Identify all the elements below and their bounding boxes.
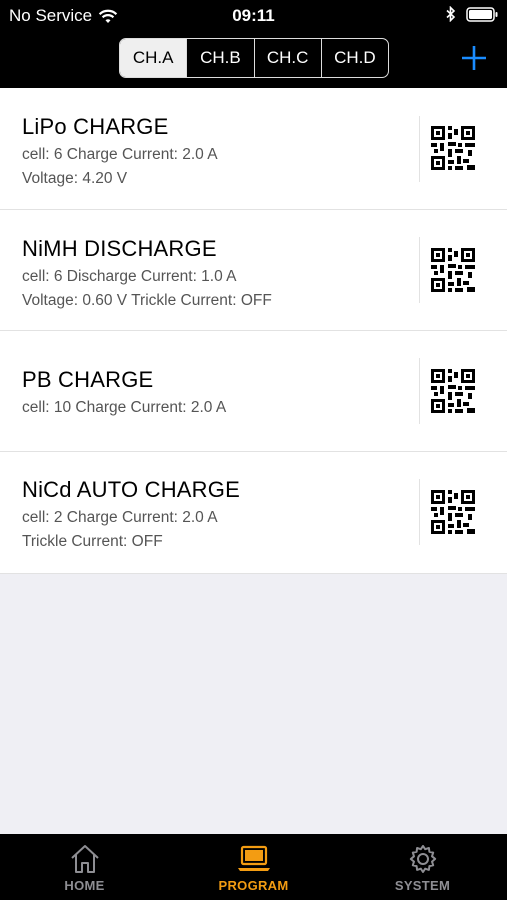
- program-detail: Trickle Current: OFF: [22, 533, 163, 550]
- qr-code-button[interactable]: [430, 247, 476, 293]
- tab-ch-b[interactable]: CH.B: [187, 39, 255, 77]
- status-right: [446, 6, 499, 22]
- status-time: 09:11: [232, 6, 275, 25]
- tab-home[interactable]: HOME: [0, 834, 169, 900]
- qr-code-icon: [431, 248, 475, 292]
- tab-label: HOME: [64, 878, 105, 893]
- tab-system[interactable]: SYSTEM: [338, 834, 507, 900]
- program-row-nicd-auto-charge[interactable]: NiCd AUTO CHARGE cell: 2 Charge Current:…: [0, 452, 507, 574]
- qr-code-button[interactable]: [430, 489, 476, 535]
- tab-program[interactable]: PROGRAM: [169, 834, 338, 900]
- row-divider: [419, 358, 420, 424]
- plus-icon: [462, 46, 486, 70]
- qr-code-button[interactable]: [430, 368, 476, 414]
- row-divider: [419, 237, 420, 303]
- program-row-nimh-discharge[interactable]: NiMH DISCHARGE cell: 6 Discharge Current…: [0, 210, 507, 331]
- program-row-pb-charge[interactable]: PB CHARGE cell: 10 Charge Current: 2.0 A: [0, 331, 507, 452]
- tab-bar: HOME PROGRAM SYSTEM: [0, 834, 507, 900]
- gear-icon: [409, 845, 436, 873]
- qr-code-icon: [431, 369, 475, 413]
- program-row-lipo-charge[interactable]: LiPo CHARGE cell: 6 Charge Current: 2.0 …: [0, 88, 507, 210]
- tab-label: SYSTEM: [394, 878, 451, 893]
- battery-icon: [466, 6, 498, 22]
- row-divider: [419, 116, 420, 182]
- qr-code-icon: [431, 490, 475, 534]
- row-divider: [419, 479, 420, 545]
- program-list: LiPo CHARGE cell: 6 Charge Current: 2.0 …: [0, 88, 507, 574]
- tab-ch-d[interactable]: CH.D: [322, 39, 388, 77]
- program-detail: Voltage: 4.20 V: [22, 170, 128, 187]
- laptop-icon: [237, 845, 270, 871]
- qr-code-icon: [431, 126, 475, 170]
- home-icon: [70, 845, 99, 873]
- program-detail: Voltage: 0.60 V Trickle Current: OFF: [22, 292, 272, 309]
- qr-code-button[interactable]: [430, 125, 476, 171]
- add-program-button[interactable]: [456, 40, 492, 76]
- tab-ch-a[interactable]: CH.A: [120, 39, 188, 77]
- tab-ch-c[interactable]: CH.C: [255, 39, 322, 77]
- bluetooth-icon: [446, 6, 456, 22]
- channel-selector: CH.A CH.B CH.C CH.D: [119, 38, 389, 78]
- status-bar: No Service 09:11: [0, 0, 507, 30]
- nav-bar: CH.A CH.B CH.C CH.D: [0, 30, 507, 88]
- tab-label: PROGRAM: [218, 878, 289, 893]
- program-list-area: LiPo CHARGE cell: 6 Charge Current: 2.0 …: [0, 88, 507, 834]
